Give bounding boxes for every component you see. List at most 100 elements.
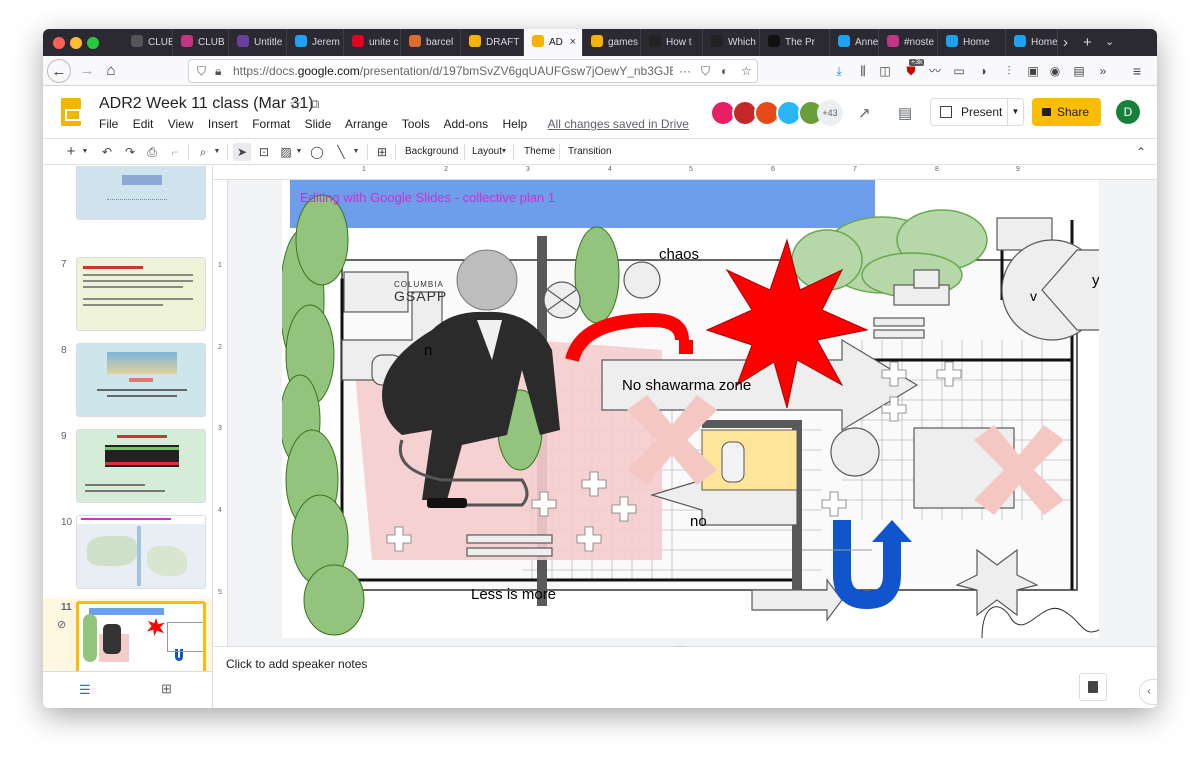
browser-tab[interactable]: Which: [703, 29, 760, 56]
menu-help[interactable]: Help: [503, 117, 528, 131]
save-status[interactable]: All changes saved in Drive: [548, 117, 689, 131]
zoom-window-button[interactable]: [87, 37, 99, 49]
new-slide-chevron-icon[interactable]: ▼: [81, 143, 89, 161]
slide-canvas[interactable]: Editing with Google Slides - collective …: [282, 180, 1099, 638]
minimize-window-button[interactable]: [70, 37, 82, 49]
slide-title[interactable]: Editing with Google Slides - collective …: [300, 190, 555, 205]
gsapp-label[interactable]: GSAPP: [394, 288, 447, 304]
line-icon[interactable]: ╲: [333, 143, 349, 161]
paint-format-icon[interactable]: ⌐: [167, 143, 183, 161]
library-icon[interactable]: ⫼: [855, 63, 871, 79]
browser-tab[interactable]: DRAFT: [461, 29, 524, 56]
insert-image-icon[interactable]: ▨: [278, 143, 294, 161]
account-icon[interactable]: ◉: [1047, 63, 1063, 79]
n-label[interactable]: n: [424, 342, 432, 359]
speaker-notes[interactable]: ··· Click to add speaker notes ‹: [214, 642, 1157, 708]
slides-logo-icon[interactable]: [61, 98, 81, 126]
home-button[interactable]: ⌂: [99, 59, 123, 83]
background-button[interactable]: Background: [405, 143, 458, 161]
browser-tab[interactable]: CLUB: [173, 29, 229, 56]
explore-button[interactable]: [1079, 673, 1107, 701]
layout-chevron-icon[interactable]: ▼: [500, 143, 508, 161]
url-bar[interactable]: ⛉ 🔒︎ https://docs.google.com/presentatio…: [188, 59, 758, 83]
side-panel-chevron-icon[interactable]: ‹: [1139, 679, 1157, 705]
browser-tab[interactable]: The Pr: [760, 29, 830, 56]
back-button[interactable]: ←: [47, 59, 71, 83]
extension-screenshot-icon[interactable]: ▣: [1025, 63, 1041, 79]
speaker-notes-placeholder[interactable]: Click to add speaker notes: [226, 657, 367, 671]
zoom-icon[interactable]: ⌕: [195, 143, 211, 161]
downloads-icon[interactable]: ⤓: [831, 63, 847, 79]
close-window-button[interactable]: [53, 37, 65, 49]
browser-tab[interactable]: CLUB: [123, 29, 173, 56]
menu-addons[interactable]: Add-ons: [443, 117, 488, 131]
move-folder-icon[interactable]: ⧉: [310, 96, 319, 112]
redo-icon[interactable]: ↷: [122, 143, 138, 161]
v-label[interactable]: v: [1030, 288, 1037, 304]
extension-reader-icon[interactable]: ▤: [1071, 63, 1087, 79]
browser-tab[interactable]: AD ×: [524, 29, 583, 56]
extension-monitor-icon[interactable]: ▭: [951, 63, 967, 79]
menu-edit[interactable]: Edit: [133, 117, 154, 131]
browser-tab[interactable]: unite c: [344, 29, 401, 56]
extension-moon-icon[interactable]: ◑: [975, 63, 991, 79]
hamburger-menu-icon[interactable]: ≡: [1129, 63, 1145, 79]
close-tab-icon[interactable]: ×: [570, 29, 576, 56]
activity-trend-icon[interactable]: ↗: [858, 104, 871, 122]
star-icon[interactable]: ☆: [289, 96, 302, 113]
text-box-icon[interactable]: ⊡: [256, 143, 272, 161]
no-shawarma-zone-label[interactable]: No shawarma zone: [622, 377, 751, 394]
slide-thumbnail[interactable]: [76, 429, 206, 503]
extension-chart-icon[interactable]: ⫶: [1001, 63, 1017, 79]
image-chevron-icon[interactable]: ▼: [295, 143, 303, 161]
line-chevron-icon[interactable]: ▼: [352, 143, 360, 161]
list-tabs-chevron-icon[interactable]: ⌄: [1105, 29, 1114, 56]
print-icon[interactable]: ⎙: [144, 143, 160, 161]
notes-resize-handle[interactable]: ···: [676, 642, 684, 651]
tab-overflow-icon[interactable]: ›: [1063, 29, 1068, 56]
slide-thumbnail-selected[interactable]: [76, 601, 206, 671]
browser-tab[interactable]: How t: [641, 29, 703, 56]
shield-icon[interactable]: ⛉: [197, 60, 206, 82]
forward-button[interactable]: →: [75, 59, 99, 83]
theme-button[interactable]: Theme: [524, 143, 555, 161]
page-actions-icon[interactable]: ···: [679, 60, 691, 82]
browser-tab[interactable]: Home: [938, 29, 1006, 56]
present-button[interactable]: Present ▼: [930, 98, 1024, 126]
menu-arrange[interactable]: Arrange: [345, 117, 388, 131]
zoom-chevron-icon[interactable]: ▼: [213, 143, 221, 161]
transition-button[interactable]: Transition: [568, 143, 612, 161]
comments-icon[interactable]: ▤: [898, 104, 912, 122]
present-dropdown-chevron-icon[interactable]: ▼: [1007, 99, 1023, 125]
slide-thumbnail[interactable]: [76, 515, 206, 589]
chaos-label[interactable]: chaos: [659, 246, 699, 263]
browser-tab[interactable]: Jerem: [287, 29, 344, 56]
undo-icon[interactable]: ↶: [99, 143, 115, 161]
browser-tab[interactable]: games: [583, 29, 641, 56]
sidebar-icon[interactable]: ◫: [877, 63, 893, 79]
layout-button[interactable]: Layout: [472, 143, 502, 161]
less-is-more-label[interactable]: Less is more: [471, 586, 556, 603]
select-tool-icon[interactable]: ➤: [233, 143, 251, 161]
add-comment-icon[interactable]: ⊞: [374, 143, 390, 161]
browser-tab[interactable]: Home: [1006, 29, 1058, 56]
menu-file[interactable]: File: [99, 117, 118, 131]
menu-view[interactable]: View: [168, 117, 194, 131]
slide-thumbnail[interactable]: [76, 257, 206, 331]
filmstrip-view-icon[interactable]: ☰: [79, 682, 91, 698]
more-tools-icon[interactable]: »: [1095, 63, 1111, 79]
menu-tools[interactable]: Tools: [402, 117, 430, 131]
more-collaborators-badge[interactable]: +43: [817, 100, 843, 126]
user-avatar[interactable]: D: [1116, 100, 1140, 124]
document-title[interactable]: ADR2 Week 11 class (Mar 31): [99, 95, 314, 113]
extension-wave-icon[interactable]: 〰: [927, 63, 943, 79]
collapse-toolbar-chevron-icon[interactable]: ⌃: [1133, 143, 1149, 161]
slide-thumbnail[interactable]: [76, 343, 206, 417]
slide-thumbnail[interactable]: [76, 166, 206, 220]
no-label[interactable]: no: [690, 513, 707, 530]
menu-insert[interactable]: Insert: [208, 117, 238, 131]
browser-tab[interactable]: barcel: [401, 29, 461, 56]
share-button[interactable]: Share: [1032, 98, 1101, 126]
browser-tab[interactable]: Anne: [830, 29, 879, 56]
browser-tab[interactable]: Untitle: [229, 29, 287, 56]
